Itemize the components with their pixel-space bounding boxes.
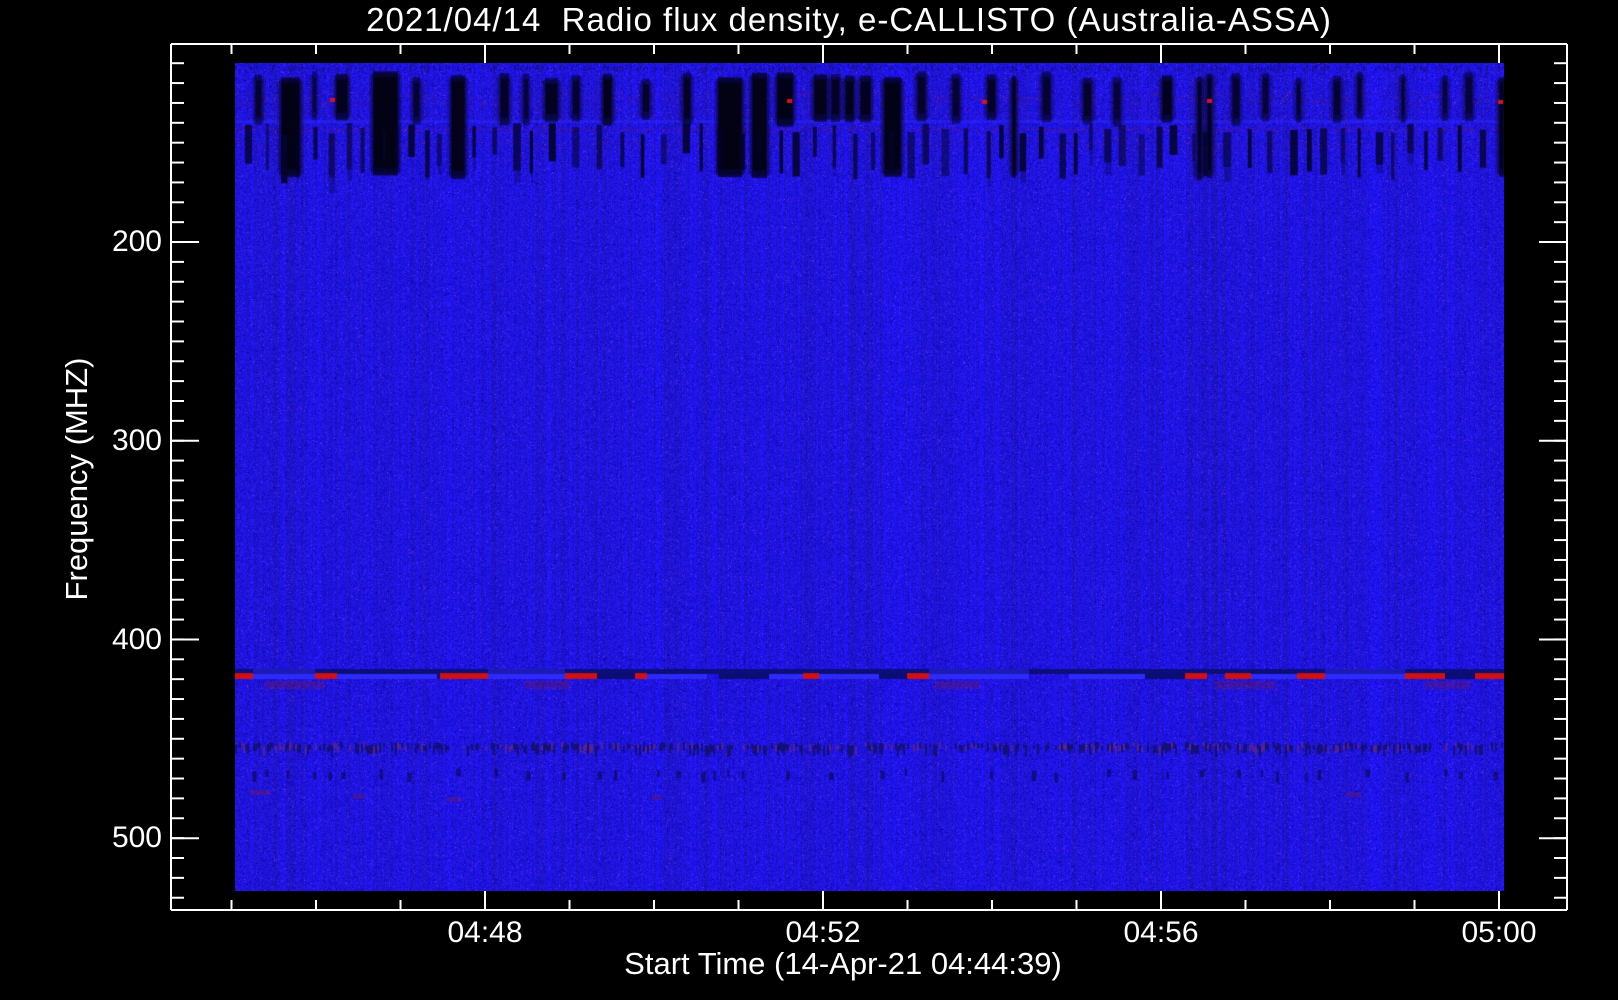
x-tick-label: 04:48 <box>447 916 523 949</box>
y-tick-label: 200 <box>111 225 162 258</box>
x-axis-title: Start Time (14-Apr-21 04:44:39) <box>624 945 1062 981</box>
x-tick-label: 04:52 <box>785 916 861 949</box>
axes-frame <box>170 43 1568 911</box>
spectrogram-screenshot: { "header": { "title": "2021/04/14 Radio… <box>0 0 1618 1000</box>
y-tick-label: 300 <box>111 423 162 457</box>
x-tick-label: 04:56 <box>1123 916 1199 949</box>
y-tick-label: 500 <box>111 821 162 855</box>
y-tick-label: 400 <box>111 622 162 656</box>
x-tick-label: 05:00 <box>1461 916 1537 949</box>
